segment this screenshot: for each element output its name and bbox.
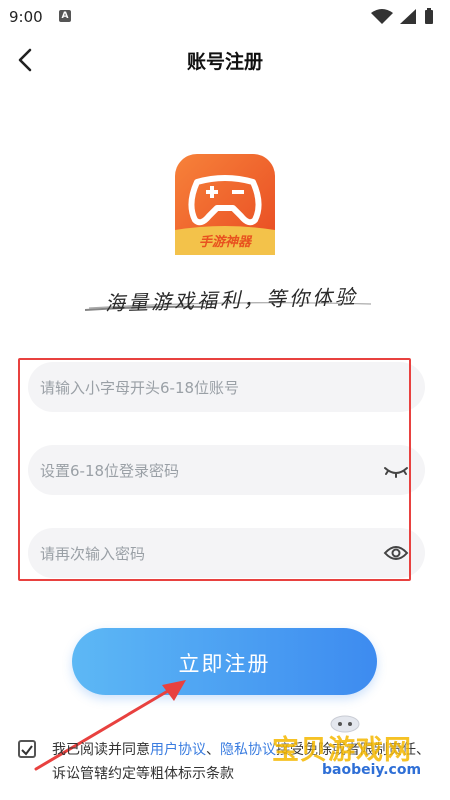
watermark-url: baobeiy.com: [322, 762, 422, 778]
notification-icon: A: [59, 10, 71, 22]
app-logo-text: 手游神器: [199, 234, 253, 250]
status-time: 9:00: [9, 8, 43, 26]
register-button-label: 立即注册: [178, 652, 271, 676]
app-logo: 手游神器: [175, 154, 275, 255]
wifi-icon: [371, 9, 393, 24]
status-bar: 9:00 A: [0, 0, 450, 34]
page-title: 账号注册: [186, 51, 263, 73]
title-bar: 账号注册: [0, 34, 450, 86]
agreement-separator: 、: [206, 742, 220, 758]
signal-icon: [400, 9, 416, 24]
user-agreement-link[interactable]: 用户协议: [150, 742, 206, 758]
privacy-agreement-link[interactable]: 隐私协议: [220, 742, 276, 758]
agreement-checkbox[interactable]: [18, 740, 36, 758]
system-status-icons: [371, 8, 433, 24]
check-icon: [21, 745, 33, 756]
form-highlight-box: [18, 358, 411, 581]
battery-icon: [425, 10, 433, 24]
agreement-prefix: 我已阅读并同意: [52, 742, 150, 758]
